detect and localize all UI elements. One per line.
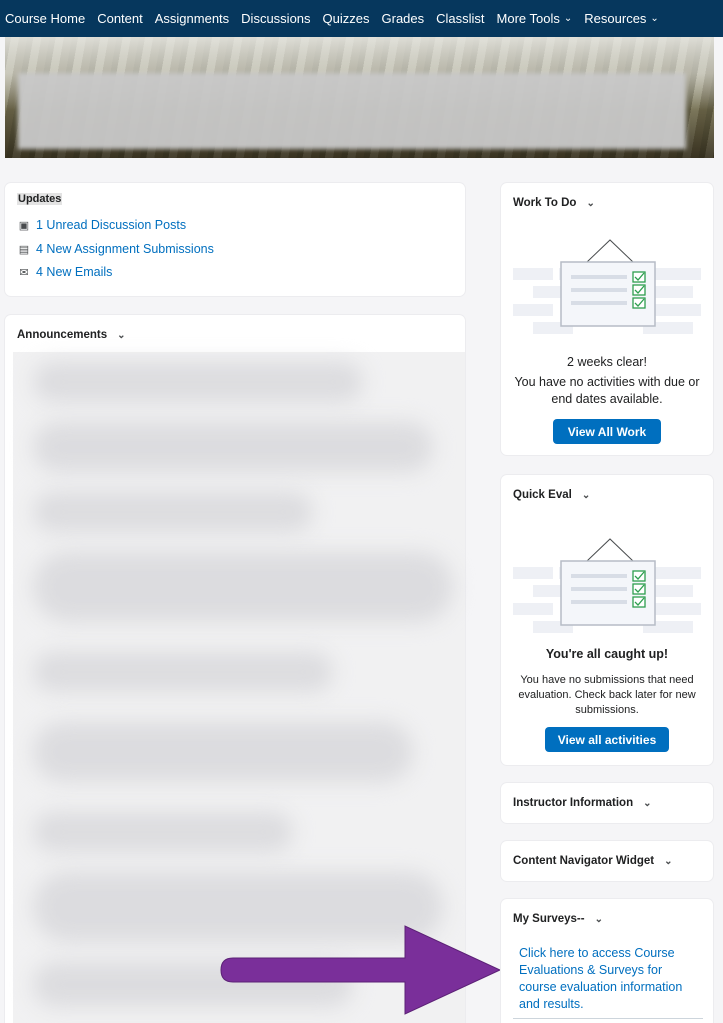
update-link[interactable]: 4 New Assignment Submissions: [36, 242, 214, 256]
announcements-title: Announcements: [17, 329, 108, 341]
work-to-do-header[interactable]: Work To Do ⌄: [513, 197, 595, 209]
my-surveys-divider: [513, 1018, 703, 1019]
work-to-do-headline: 2 weeks clear!: [567, 355, 647, 369]
quick-eval-title: Quick Eval: [513, 489, 572, 501]
content-navigator-widget: Content Navigator Widget ⌄: [501, 841, 713, 881]
work-to-do-message: You have no activities with due or end d…: [514, 375, 700, 406]
update-link[interactable]: 4 New Emails: [36, 265, 112, 279]
content-navigator-header[interactable]: Content Navigator Widget ⌄: [513, 855, 672, 867]
checklist-illustration-icon: [513, 538, 701, 633]
nav-content[interactable]: Content: [97, 11, 143, 26]
nav-grades[interactable]: Grades: [382, 11, 425, 26]
content-navigator-title: Content Navigator Widget: [513, 855, 655, 867]
nav-course-home[interactable]: Course Home: [5, 11, 85, 26]
assignment-icon: ▤: [18, 243, 30, 256]
view-all-activities-button[interactable]: View all activities: [545, 727, 669, 752]
nav-more-tools-label: More Tools: [496, 11, 560, 26]
chevron-down-icon: ⌄: [563, 13, 573, 24]
nav-resources[interactable]: Resources ⌄: [584, 11, 659, 26]
work-to-do-widget: Work To Do ⌄ 2 weeks clear! You have no …: [501, 183, 713, 455]
nav-assignments[interactable]: Assignments: [155, 11, 229, 26]
chevron-down-icon: ⌄: [664, 855, 673, 867]
nav-more-tools[interactable]: More Tools ⌄: [497, 11, 573, 26]
chevron-down-icon: ⌄: [586, 197, 595, 209]
course-navbar: Course Home Content Assignments Discussi…: [0, 0, 723, 37]
nav-discussions[interactable]: Discussions: [241, 11, 310, 26]
instructor-info-title: Instructor Information: [513, 797, 634, 809]
quick-eval-message: You have no submissions that need evalua…: [518, 674, 696, 716]
course-evaluations-link[interactable]: Click here to access Course Evaluations …: [519, 945, 699, 1013]
chevron-down-icon: ⌄: [594, 913, 603, 925]
nav-quizzes[interactable]: Quizzes: [323, 11, 370, 26]
update-item[interactable]: ▤ 4 New Assignment Submissions: [17, 242, 214, 256]
discussion-icon: ▣: [18, 219, 30, 232]
annotation-arrow: [220, 925, 502, 1015]
course-banner: [5, 37, 714, 158]
update-link[interactable]: 1 Unread Discussion Posts: [36, 218, 186, 232]
updates-title: Updates: [17, 193, 63, 205]
updates-widget: Updates ▣ 1 Unread Discussion Posts ▤ 4 …: [5, 183, 465, 296]
quick-eval-widget: Quick Eval ⌄ You're all caught up! You h…: [501, 475, 713, 765]
chevron-down-icon: ⌄: [643, 797, 652, 809]
announcements-header[interactable]: Announcements ⌄: [17, 329, 125, 341]
chevron-down-icon: ⌄: [117, 329, 126, 341]
instructor-info-widget: Instructor Information ⌄: [501, 783, 713, 823]
nav-classlist[interactable]: Classlist: [436, 11, 484, 26]
banner-title-redacted: [18, 73, 686, 149]
quick-eval-headline: You're all caught up!: [545, 647, 669, 661]
update-item[interactable]: ✉ 4 New Emails: [17, 265, 112, 279]
chevron-down-icon: ⌄: [581, 489, 591, 501]
email-icon: ✉: [19, 266, 29, 279]
view-all-work-button[interactable]: View All Work: [553, 419, 661, 444]
checklist-illustration-icon: [513, 239, 701, 334]
nav-resources-label: Resources: [584, 11, 647, 26]
my-surveys-header[interactable]: My Surveys-- ⌄: [513, 913, 603, 925]
quick-eval-header[interactable]: Quick Eval ⌄: [513, 489, 590, 501]
my-surveys-title: My Surveys--: [513, 913, 585, 925]
update-item[interactable]: ▣ 1 Unread Discussion Posts: [17, 218, 186, 232]
instructor-info-header[interactable]: Instructor Information ⌄: [513, 797, 652, 809]
work-to-do-title: Work To Do: [513, 197, 577, 209]
chevron-down-icon: ⌄: [650, 13, 659, 24]
